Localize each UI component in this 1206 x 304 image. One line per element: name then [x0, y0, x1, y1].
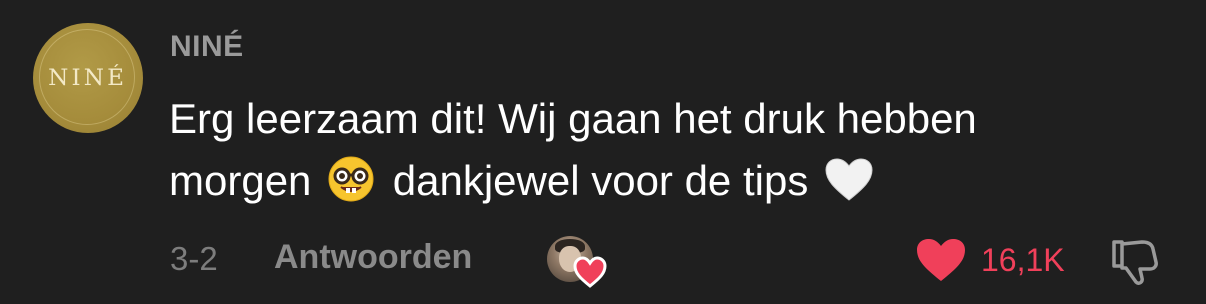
heart-filled-icon [917, 239, 965, 281]
creator-liked-badge [547, 236, 607, 288]
avatar-logo-text: NINÉ [48, 65, 128, 91]
comment-date: 3-2 [170, 240, 218, 277]
like-count: 16,1K [981, 242, 1065, 278]
comment-item: NINÉ NINÉ Erg leerzaam dit! Wij gaan het… [0, 0, 1206, 304]
comment-text: Erg leerzaam dit! Wij gaan het druk hebb… [169, 88, 1129, 220]
reply-button[interactable]: Antwoorden [274, 238, 472, 277]
thumbs-down-icon [1112, 240, 1158, 285]
white-heart-emoji-icon [824, 157, 874, 220]
comment-text-line2-end: dankjewel voor de tips [392, 157, 809, 204]
comment-text-line1: Erg leerzaam dit! Wij gaan het druk hebb… [169, 95, 977, 142]
like-button[interactable] [915, 237, 967, 288]
user-avatar[interactable]: NINÉ [33, 23, 143, 133]
dislike-button[interactable] [1108, 236, 1160, 293]
comment-username[interactable]: NINÉ [170, 30, 244, 64]
comment-text-line2-start: morgen [169, 157, 312, 204]
heart-icon [573, 256, 607, 293]
nerd-face-emoji-icon [327, 155, 375, 220]
